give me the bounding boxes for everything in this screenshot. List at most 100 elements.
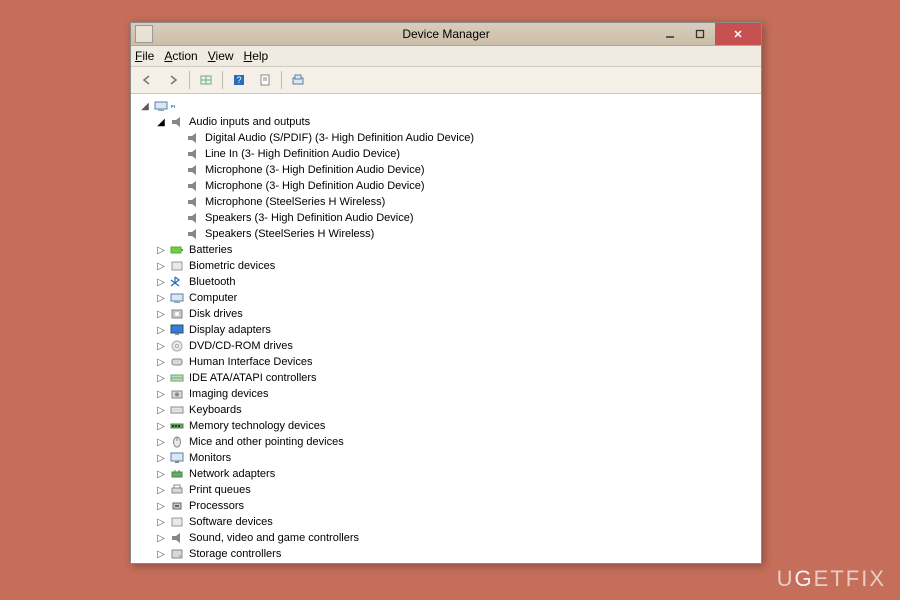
expand-icon[interactable]: ▷: [155, 292, 167, 304]
expand-icon[interactable]: ▷: [155, 372, 167, 384]
device-node[interactable]: Line In (3- High Definition Audio Device…: [171, 146, 761, 162]
back-button[interactable]: [135, 68, 159, 92]
expand-icon[interactable]: ▷: [155, 308, 167, 320]
device-node[interactable]: Speakers (SteelSeries H Wireless): [171, 226, 761, 242]
expand-icon[interactable]: ▷: [155, 404, 167, 416]
collapse-icon[interactable]: ◢: [155, 116, 167, 128]
category-node[interactable]: ▷ Processors: [155, 498, 761, 514]
category-label[interactable]: Human Interface Devices: [187, 356, 315, 368]
menu-file[interactable]: File: [135, 49, 154, 63]
expand-icon[interactable]: ▷: [155, 436, 167, 448]
expand-icon[interactable]: ▷: [155, 244, 167, 256]
category-node[interactable]: ▷ Bluetooth: [155, 274, 761, 290]
expand-icon[interactable]: ▷: [155, 532, 167, 544]
category-label[interactable]: Keyboards: [187, 404, 244, 416]
expand-icon[interactable]: ▷: [155, 276, 167, 288]
root-label[interactable]: [171, 105, 175, 107]
category-node[interactable]: ▷ DVD/CD-ROM drives: [155, 338, 761, 354]
scan-button[interactable]: [286, 68, 310, 92]
category-node[interactable]: ▷ Batteries: [155, 242, 761, 258]
category-label[interactable]: DVD/CD-ROM drives: [187, 340, 295, 352]
root-node[interactable]: ◢: [139, 98, 761, 114]
device-label[interactable]: Microphone (3- High Definition Audio Dev…: [203, 180, 427, 192]
expand-icon[interactable]: ▷: [155, 500, 167, 512]
properties-button[interactable]: [253, 68, 277, 92]
device-label[interactable]: Microphone (3- High Definition Audio Dev…: [203, 164, 427, 176]
titlebar[interactable]: Device Manager: [131, 23, 761, 46]
device-label[interactable]: Line In (3- High Definition Audio Device…: [203, 148, 402, 160]
minimize-button[interactable]: [655, 23, 685, 45]
category-node[interactable]: ▷ Display adapters: [155, 322, 761, 338]
forward-button[interactable]: [161, 68, 185, 92]
category-node[interactable]: ▷ Storage controllers: [155, 546, 761, 562]
device-label[interactable]: Microphone (SteelSeries H Wireless): [203, 196, 387, 208]
generic-icon: [169, 259, 185, 273]
category-label[interactable]: Network adapters: [187, 468, 277, 480]
disk-icon: [169, 307, 185, 321]
category-node[interactable]: ▷ Keyboards: [155, 402, 761, 418]
category-node[interactable]: ▷ Computer: [155, 290, 761, 306]
audio-icon: [185, 179, 201, 193]
category-label[interactable]: Storage controllers: [187, 548, 283, 560]
category-node[interactable]: ▷ Biometric devices: [155, 258, 761, 274]
category-label[interactable]: Mice and other pointing devices: [187, 436, 346, 448]
category-node[interactable]: ▷ Mice and other pointing devices: [155, 434, 761, 450]
expand-icon[interactable]: ▷: [155, 260, 167, 272]
expand-icon[interactable]: ▷: [155, 548, 167, 560]
device-node[interactable]: Digital Audio (S/PDIF) (3- High Definiti…: [171, 130, 761, 146]
help-button[interactable]: ?: [227, 68, 251, 92]
expand-icon[interactable]: ▷: [155, 340, 167, 352]
device-node[interactable]: Speakers (3- High Definition Audio Devic…: [171, 210, 761, 226]
collapse-icon[interactable]: ◢: [139, 100, 151, 112]
category-label[interactable]: Batteries: [187, 244, 234, 256]
expand-icon[interactable]: ▷: [155, 468, 167, 480]
show-hidden-button[interactable]: [194, 68, 218, 92]
category-label[interactable]: Display adapters: [187, 324, 273, 336]
category-node[interactable]: ▷ Imaging devices: [155, 386, 761, 402]
menu-action[interactable]: Action: [164, 49, 197, 63]
category-label[interactable]: Software devices: [187, 516, 275, 528]
category-node[interactable]: ▷ Software devices: [155, 514, 761, 530]
maximize-button[interactable]: [685, 23, 715, 45]
device-tree[interactable]: ◢ ◢ Audio inputs and outputs Digital Audio…: [131, 94, 761, 563]
network-icon: [169, 467, 185, 481]
device-label[interactable]: Speakers (3- High Definition Audio Devic…: [203, 212, 416, 224]
category-label[interactable]: Disk drives: [187, 308, 245, 320]
category-label[interactable]: Audio inputs and outputs: [187, 116, 312, 128]
category-label[interactable]: Biometric devices: [187, 260, 277, 272]
category-node[interactable]: ▷ Memory technology devices: [155, 418, 761, 434]
category-node[interactable]: ▷ Sound, video and game controllers: [155, 530, 761, 546]
expand-icon[interactable]: ▷: [155, 484, 167, 496]
category-node[interactable]: ▷ IDE ATA/ATAPI controllers: [155, 370, 761, 386]
category-label[interactable]: Imaging devices: [187, 388, 271, 400]
expand-icon[interactable]: ▷: [155, 452, 167, 464]
expand-icon[interactable]: ▷: [155, 420, 167, 432]
device-node[interactable]: Microphone (SteelSeries H Wireless): [171, 194, 761, 210]
category-node[interactable]: ▷ Monitors: [155, 450, 761, 466]
menu-help[interactable]: Help: [244, 49, 269, 63]
category-node[interactable]: ▷ Human Interface Devices: [155, 354, 761, 370]
category-node[interactable]: ◢ Audio inputs and outputs: [155, 114, 761, 130]
category-label[interactable]: IDE ATA/ATAPI controllers: [187, 372, 319, 384]
category-node[interactable]: ▷ Print queues: [155, 482, 761, 498]
category-label[interactable]: Print queues: [187, 484, 253, 496]
device-label[interactable]: Digital Audio (S/PDIF) (3- High Definiti…: [203, 132, 476, 144]
expand-icon[interactable]: ▷: [155, 388, 167, 400]
category-label[interactable]: Memory technology devices: [187, 420, 327, 432]
category-label[interactable]: Computer: [187, 292, 239, 304]
menu-view[interactable]: View: [208, 49, 234, 63]
device-node[interactable]: Microphone (3- High Definition Audio Dev…: [171, 178, 761, 194]
device-node[interactable]: Microphone (3- High Definition Audio Dev…: [171, 162, 761, 178]
expand-icon[interactable]: ▷: [155, 356, 167, 368]
category-label[interactable]: Monitors: [187, 452, 233, 464]
category-node[interactable]: ▷ Network adapters: [155, 466, 761, 482]
category-node[interactable]: ▷ Disk drives: [155, 306, 761, 322]
category-node[interactable]: ▷System devices: [155, 562, 761, 563]
category-label[interactable]: Processors: [187, 500, 246, 512]
category-label[interactable]: Bluetooth: [187, 276, 237, 288]
expand-icon[interactable]: ▷: [155, 516, 167, 528]
device-label[interactable]: Speakers (SteelSeries H Wireless): [203, 228, 376, 240]
category-label[interactable]: Sound, video and game controllers: [187, 532, 361, 544]
close-button[interactable]: [715, 23, 761, 45]
expand-icon[interactable]: ▷: [155, 324, 167, 336]
